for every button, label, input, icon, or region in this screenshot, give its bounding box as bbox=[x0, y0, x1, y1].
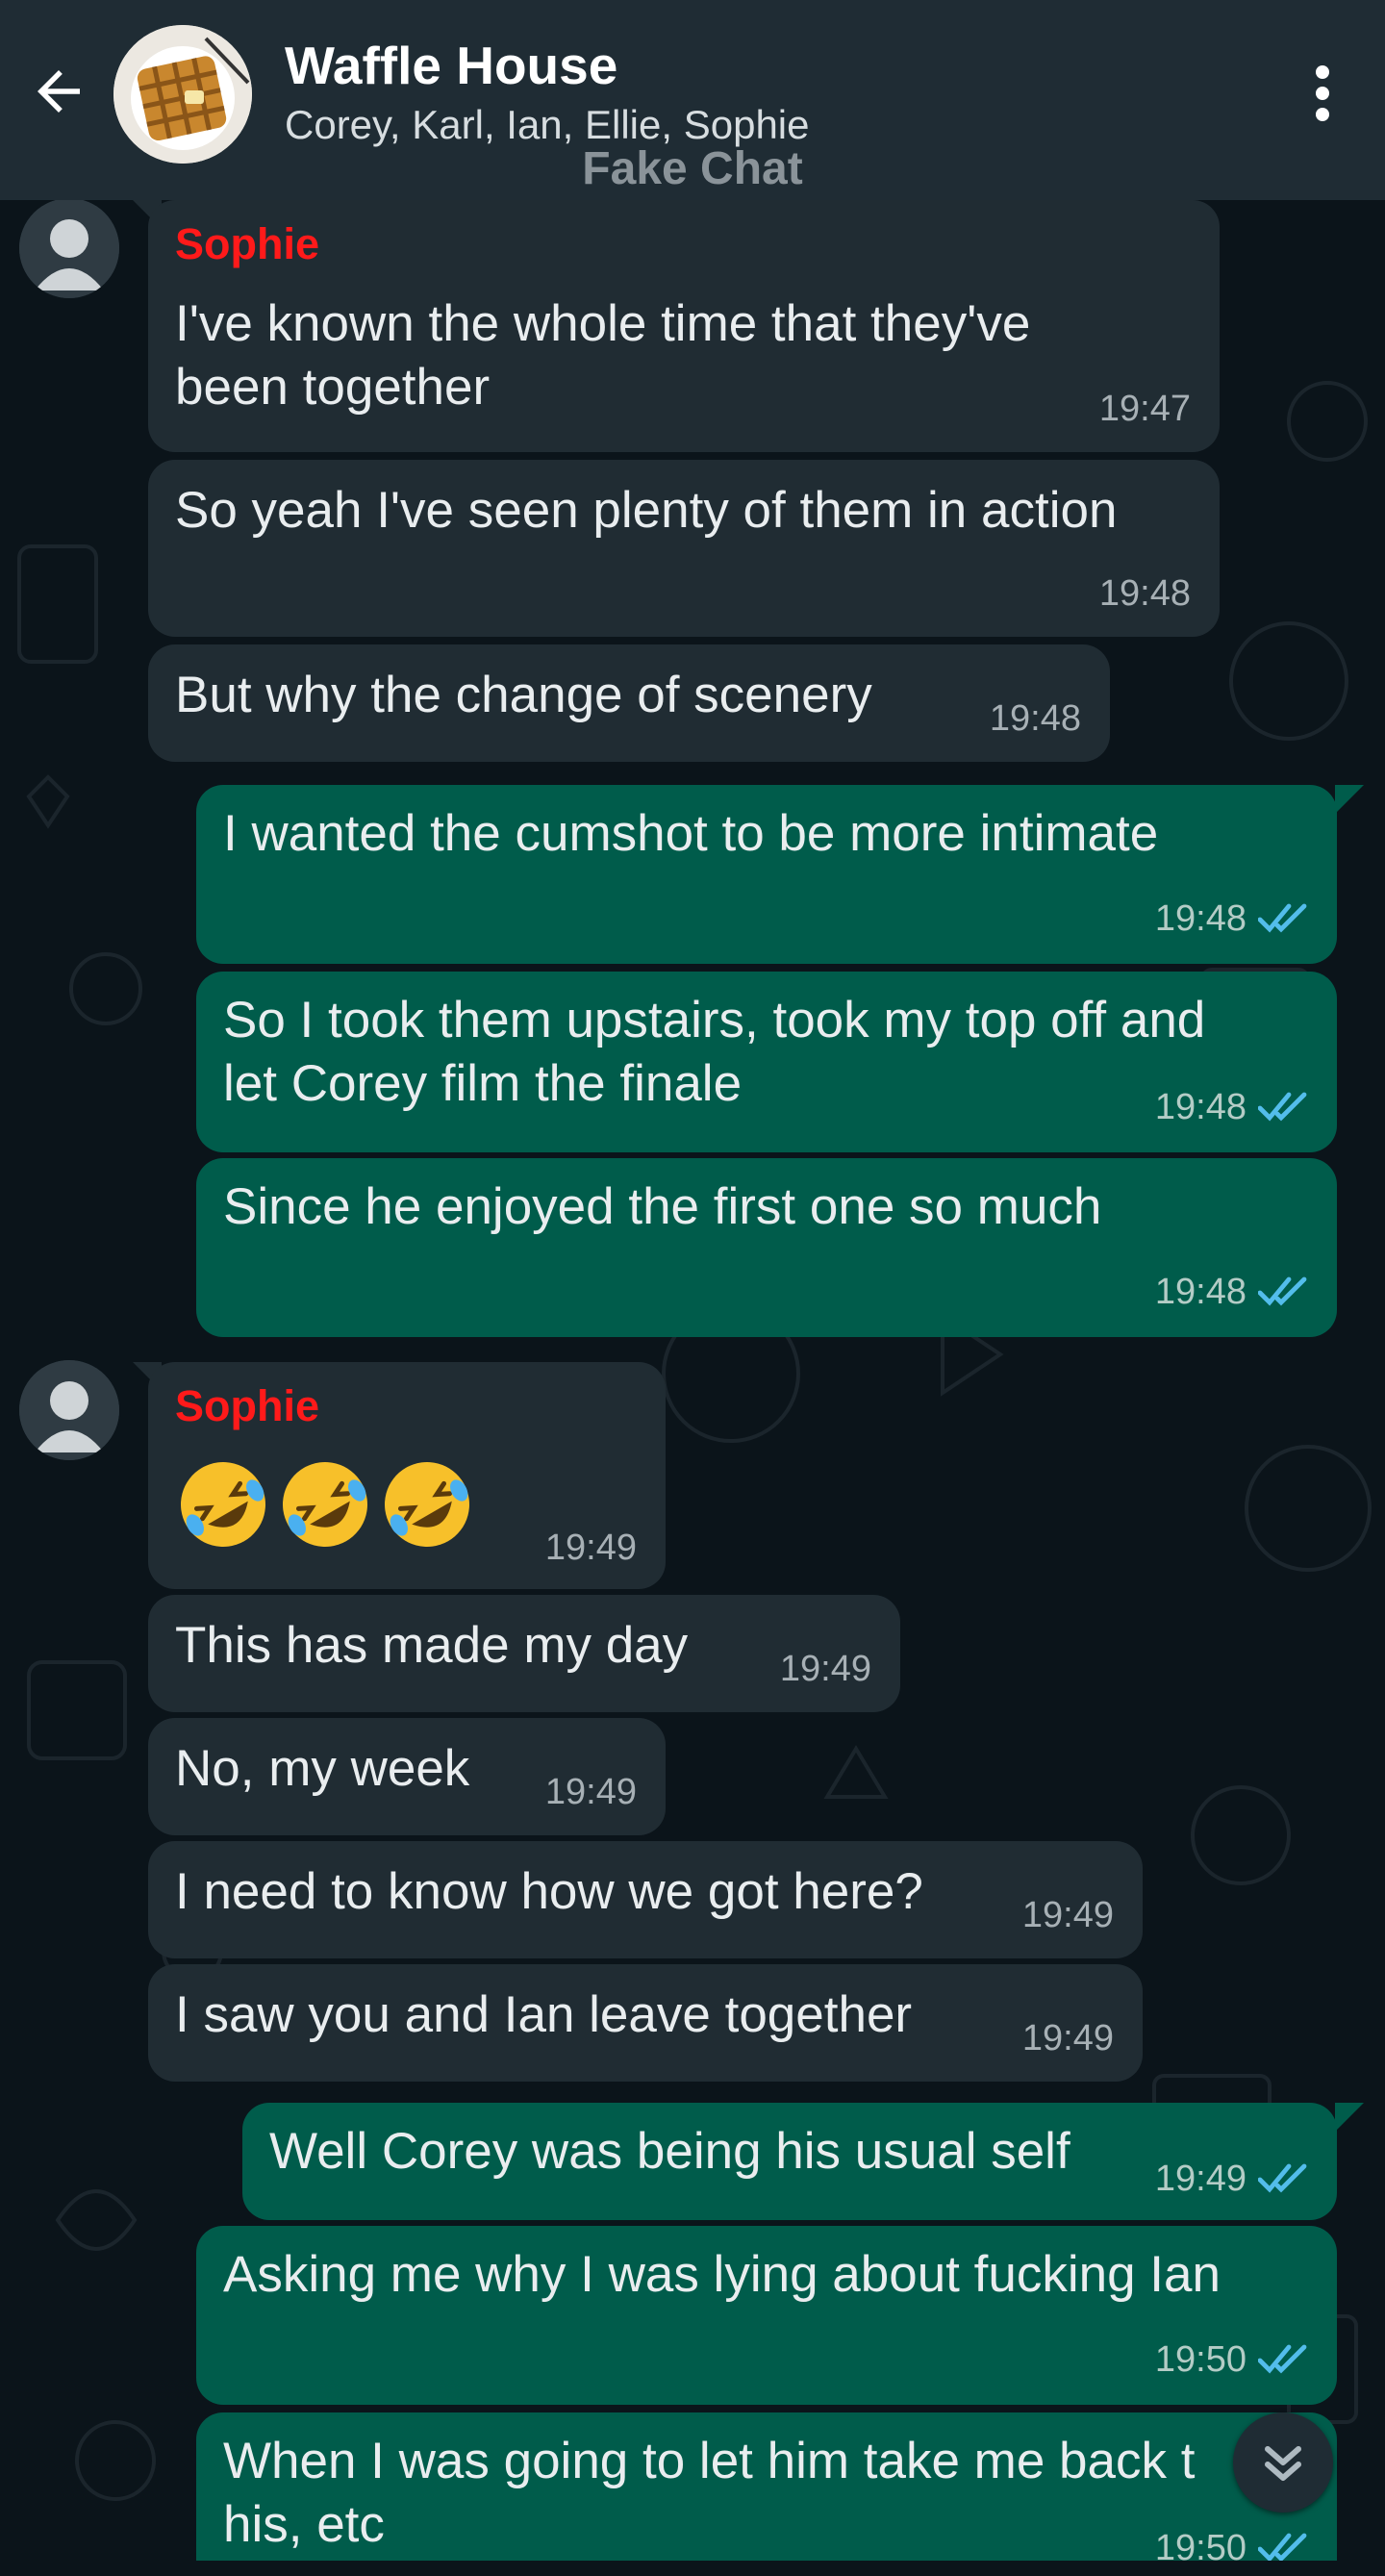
message-time: 19:48 bbox=[1154, 1272, 1246, 1312]
message-list[interactable]: Sophie I've known the whole time that th… bbox=[0, 198, 1385, 2576]
chat-header: Waffle House Corey, Karl, Ian, Ellie, So… bbox=[0, 0, 1385, 200]
message-text: No, my week bbox=[175, 1740, 470, 1797]
sender-name[interactable]: Sophie bbox=[175, 1381, 319, 1431]
double-check-icon bbox=[1258, 1276, 1307, 1306]
message-bubble[interactable]: So I took them upstairs, took my top off… bbox=[196, 972, 1337, 1152]
message-time: 19:49 bbox=[1021, 1895, 1114, 1935]
bubble-tail bbox=[1335, 2103, 1364, 2132]
message-bubble[interactable]: Sophie I've known the whole time that th… bbox=[148, 200, 1220, 452]
message-text: I wanted the cumshot to be more intimate bbox=[223, 805, 1159, 862]
message-time: 19:48 bbox=[1154, 1087, 1246, 1127]
double-check-icon bbox=[1258, 2533, 1307, 2563]
message-bubble[interactable]: Sophie 19:49 bbox=[148, 1362, 666, 1589]
double-check-icon bbox=[1258, 2344, 1307, 2374]
message-bubble[interactable]: Since he enjoyed the first one so much 1… bbox=[196, 1158, 1337, 1337]
rolling-laughing-emoji-icon bbox=[181, 1462, 265, 1547]
double-check-icon bbox=[1258, 1092, 1307, 1122]
rolling-laughing-emoji-icon bbox=[385, 1462, 469, 1547]
message-bubble[interactable]: Well Corey was being his usual self 19:4… bbox=[242, 2103, 1337, 2220]
watermark-text: Fake Chat bbox=[582, 143, 803, 194]
more-options-icon[interactable] bbox=[1298, 62, 1347, 123]
message-bubble[interactable]: Asking me why I was lying about fucking … bbox=[196, 2226, 1337, 2405]
message-text: I've known the whole time that they've bbox=[175, 295, 1031, 352]
emoji-content bbox=[175, 1456, 475, 1553]
message-bubble[interactable]: I need to know how we got here? 19:49 bbox=[148, 1841, 1143, 1958]
message-bubble[interactable]: No, my week 19:49 bbox=[148, 1718, 666, 1835]
message-time: 19:49 bbox=[779, 1649, 871, 1689]
message-time: 19:49 bbox=[544, 1528, 637, 1568]
message-text: his, etc bbox=[223, 2496, 385, 2553]
message-bubble[interactable]: I wanted the cumshot to be more intimate… bbox=[196, 785, 1337, 964]
message-time: 19:49 bbox=[544, 1772, 637, 1812]
message-text: So yeah I've seen plenty of them in acti… bbox=[175, 482, 1118, 539]
message-text: When I was going to let him take me back… bbox=[223, 2433, 1196, 2489]
message-time: 19:48 bbox=[989, 698, 1081, 739]
message-bubble[interactable]: But why the change of scenery 19:48 bbox=[148, 644, 1110, 762]
message-text: So I took them upstairs, took my top off… bbox=[223, 992, 1206, 1048]
message-text: But why the change of scenery bbox=[175, 667, 872, 723]
message-bubble[interactable]: So yeah I've seen plenty of them in acti… bbox=[148, 460, 1220, 637]
message-text: Asking me why I was lying about fucking … bbox=[223, 2246, 1221, 2303]
default-person-icon bbox=[19, 1360, 119, 1460]
message-text: let Corey film the finale bbox=[223, 1055, 743, 1112]
message-text: I need to know how we got here? bbox=[175, 1863, 923, 1920]
message-text: This has made my day bbox=[175, 1617, 689, 1674]
message-time: 19:47 bbox=[1098, 389, 1191, 429]
default-person-icon bbox=[19, 198, 119, 298]
double-check-icon bbox=[1258, 903, 1307, 933]
chat-title[interactable]: Waffle House bbox=[285, 35, 617, 96]
back-arrow-icon[interactable] bbox=[27, 60, 90, 123]
sender-name[interactable]: Sophie bbox=[175, 219, 319, 269]
participants-list[interactable]: Corey, Karl, Ian, Ellie, Sophie bbox=[285, 102, 810, 148]
message-time: 19:50 bbox=[1154, 2339, 1246, 2380]
message-time: 19:49 bbox=[1021, 2018, 1114, 2058]
rolling-laughing-emoji-icon bbox=[283, 1462, 367, 1547]
message-time: 19:48 bbox=[1154, 898, 1246, 939]
message-text: Since he enjoyed the first one so much bbox=[223, 1178, 1102, 1235]
message-text: been together bbox=[175, 359, 491, 416]
double-check-icon bbox=[1258, 2163, 1307, 2193]
double-chevron-down-icon bbox=[1265, 2446, 1301, 2481]
message-text: I saw you and Ian leave together bbox=[175, 1986, 913, 2043]
message-time: 19:48 bbox=[1098, 573, 1191, 614]
message-bubble[interactable]: I saw you and Ian leave together 19:49 bbox=[148, 1964, 1143, 2082]
message-time: 19:49 bbox=[1154, 2159, 1246, 2199]
message-bubble[interactable]: When I was going to let him take me back… bbox=[196, 2412, 1337, 2576]
sender-avatar[interactable] bbox=[19, 198, 119, 298]
message-bubble[interactable]: This has made my day 19:49 bbox=[148, 1595, 900, 1712]
bottom-edge bbox=[0, 2561, 1385, 2576]
sender-avatar[interactable] bbox=[19, 1360, 119, 1460]
bubble-tail bbox=[1335, 785, 1364, 814]
message-text: Well Corey was being his usual self bbox=[269, 2123, 1070, 2180]
scroll-to-bottom-button[interactable] bbox=[1233, 2412, 1333, 2513]
